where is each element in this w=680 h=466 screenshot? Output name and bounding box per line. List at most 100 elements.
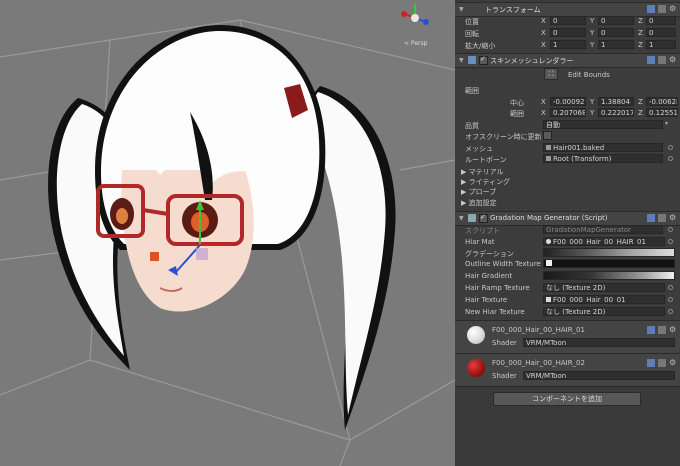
script-header[interactable]: ▼ Gradation Map Generator (Script) ⚙	[455, 211, 680, 226]
help-icon[interactable]	[647, 326, 655, 334]
rotation-x-field[interactable]: 0	[550, 28, 586, 37]
axis-z-label: Z	[638, 29, 643, 37]
root-bone-field[interactable]: Root (Transform)	[543, 154, 663, 163]
foldout-lighting[interactable]: ▶ ライティング	[461, 177, 510, 187]
material-header-icons: ⚙	[647, 326, 677, 334]
header-icons: ⚙	[647, 56, 677, 64]
texture-icon	[546, 297, 551, 302]
scale-y-field[interactable]: 1	[598, 40, 634, 49]
header-icons: ⚙	[647, 5, 677, 13]
add-component-button[interactable]: コンポーネントを追加	[493, 392, 641, 406]
help-icon[interactable]	[647, 5, 655, 13]
orientation-gizmo[interactable]	[401, 4, 429, 25]
field-label: New Hiar Texture	[465, 308, 525, 316]
field-label: Outline Width Texture	[465, 260, 541, 268]
scene-canvas[interactable]	[0, 0, 455, 466]
foldout-arrow-icon[interactable]: ▼	[459, 57, 464, 64]
material-preview-icon	[467, 326, 485, 344]
gear-icon[interactable]: ⚙	[669, 56, 677, 64]
preset-icon[interactable]	[658, 359, 666, 367]
mesh-field[interactable]: Hair001.baked	[543, 143, 663, 152]
position-y-field[interactable]: 0	[598, 16, 634, 25]
shader-dropdown[interactable]: VRM/MToon	[523, 371, 675, 380]
preset-icon[interactable]	[658, 56, 666, 64]
center-z-field[interactable]: -0.006283	[646, 97, 678, 106]
offscreen-checkbox[interactable]	[543, 131, 552, 140]
help-icon[interactable]	[647, 56, 655, 64]
axis-y-label: Y	[590, 98, 595, 106]
axis-x-label: X	[541, 109, 546, 117]
axis-x-label: X	[541, 41, 546, 49]
scale-z-field[interactable]: 1	[646, 40, 676, 49]
hiar-mat-field[interactable]: F00_000_Hair_00_HAIR_01	[543, 237, 665, 246]
hair-ramp-texture-field[interactable]: なし (Texture 2D)	[543, 283, 665, 292]
inspector-panel: ▼ トランスフォーム ⚙ 位置 X 0 Y 0 Z 0 回転 X 0 Y 0 Z…	[455, 0, 680, 466]
extent-z-field[interactable]: 0.12551	[646, 108, 678, 117]
center-x-field[interactable]: -0.000927	[550, 97, 586, 106]
scene-view[interactable]: < Persp	[0, 0, 455, 466]
enabled-checkbox[interactable]	[479, 213, 488, 223]
hair-texture-field[interactable]: F00_000_Hair_00_01	[543, 295, 665, 304]
material-name: F00_000_Hair_00_HAIR_02	[492, 359, 585, 367]
material-panel-hair-01[interactable]: F00_000_Hair_00_HAIR_01 Shader VRM/MToon…	[455, 320, 680, 354]
edit-bounds-label: Edit Bounds	[568, 71, 610, 79]
object-picker-icon[interactable]	[668, 145, 673, 150]
extent-label: 範囲	[510, 110, 524, 118]
transform-icon	[546, 156, 551, 161]
extent-x-field[interactable]: 0.2070685	[550, 108, 586, 117]
enabled-checkbox[interactable]	[479, 55, 488, 65]
object-picker-icon[interactable]	[668, 309, 673, 314]
mesh-value: Hair001.baked	[553, 144, 605, 152]
quality-dropdown[interactable]: 自動	[543, 120, 663, 129]
iris-left	[116, 208, 128, 224]
foldout-label: 追加設定	[468, 199, 497, 207]
skinned-mesh-header[interactable]: ▼ スキンメッシュレンダラー ⚙	[455, 53, 680, 68]
object-picker-icon[interactable]	[668, 285, 673, 290]
hair-texture-value: F00_000_Hair_00_01	[553, 296, 626, 304]
material-panel-hair-02[interactable]: F00_000_Hair_00_HAIR_02 Shader VRM/MToon…	[455, 353, 680, 387]
preset-icon[interactable]	[658, 326, 666, 334]
scale-x-field[interactable]: 1	[550, 40, 586, 49]
gear-icon[interactable]: ⚙	[669, 214, 677, 222]
foldout-materials[interactable]: ▶ マテリアル	[461, 167, 504, 177]
object-picker-icon[interactable]	[668, 297, 673, 302]
preset-icon[interactable]	[658, 5, 666, 13]
material-header-icons: ⚙	[647, 359, 677, 367]
material-icon	[546, 239, 551, 244]
extent-y-field[interactable]: 0.222017	[598, 108, 634, 117]
help-icon[interactable]	[647, 359, 655, 367]
persp-label[interactable]: < Persp	[404, 40, 427, 47]
help-icon[interactable]	[647, 214, 655, 222]
texture-thumb-icon	[546, 260, 552, 266]
object-picker-icon[interactable]	[668, 156, 673, 161]
position-x-field[interactable]: 0	[550, 16, 586, 25]
gear-icon[interactable]: ⚙	[669, 5, 677, 13]
object-picker-icon[interactable]	[668, 239, 673, 244]
rotation-y-field[interactable]: 0	[598, 28, 634, 37]
rotation-z-field[interactable]: 0	[646, 28, 676, 37]
gear-icon[interactable]: ⚙	[669, 359, 677, 367]
transform-header[interactable]: ▼ トランスフォーム ⚙	[455, 2, 680, 17]
foldout-arrow-icon[interactable]: ▼	[459, 6, 464, 13]
center-y-field[interactable]: 1.38804	[598, 97, 634, 106]
chevron-down-icon[interactable]: ▾	[665, 120, 668, 127]
gradation-gradient-field[interactable]	[543, 248, 675, 257]
preset-icon[interactable]	[658, 214, 666, 222]
field-label: Hair Texture	[465, 296, 508, 304]
axis-z-label: Z	[638, 109, 643, 117]
script-title: Gradation Map Generator (Script)	[490, 214, 608, 222]
row-label: 拡大/縮小	[465, 42, 496, 50]
object-picker-icon	[668, 227, 673, 232]
position-z-field[interactable]: 0	[646, 16, 676, 25]
hair-gradient-field[interactable]	[543, 271, 675, 280]
foldout-additional-settings[interactable]: ▶ 追加設定	[461, 198, 497, 208]
foldout-probes[interactable]: ▶ プローブ	[461, 187, 496, 197]
script-label: スクリプト	[465, 227, 500, 235]
shader-dropdown[interactable]: VRM/MToon	[523, 338, 675, 347]
edit-bounds-button[interactable]: ⛶	[544, 68, 558, 80]
outline-width-texture-field[interactable]	[543, 259, 675, 268]
offscreen-label: オフスクリーン時に更新	[465, 133, 542, 141]
gear-icon[interactable]: ⚙	[669, 326, 677, 334]
new-hiar-texture-field[interactable]: なし (Texture 2D)	[543, 307, 665, 316]
foldout-arrow-icon[interactable]: ▼	[459, 215, 464, 222]
